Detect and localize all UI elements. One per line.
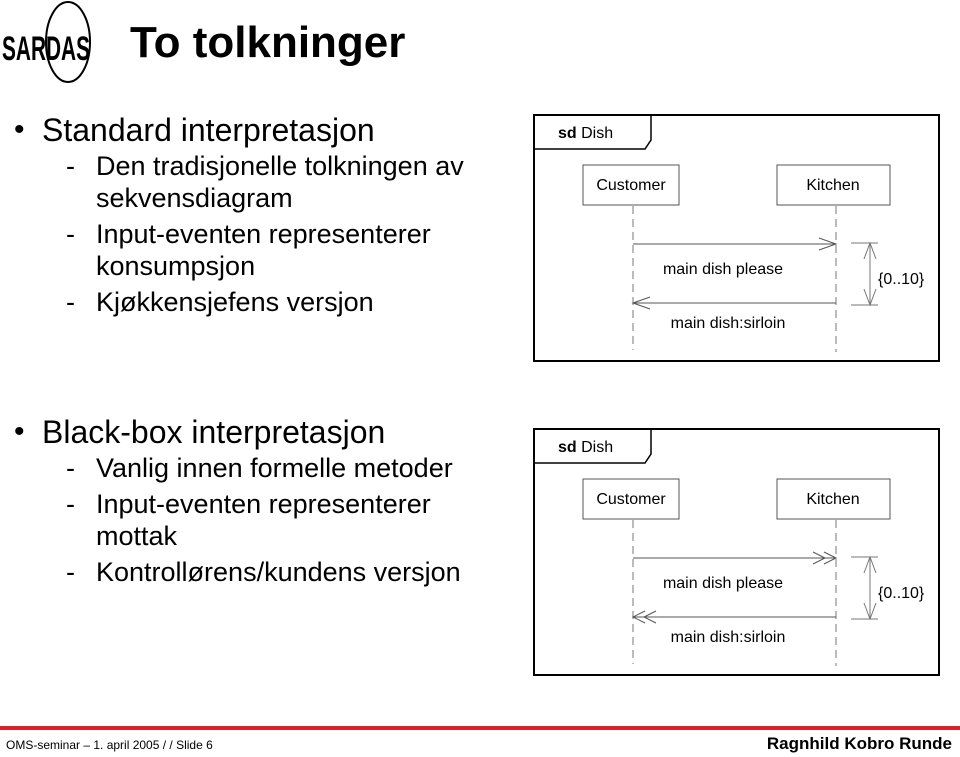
lifeline-customer-label: Customer — [596, 177, 666, 194]
logo-text: SARDAS — [2, 30, 90, 68]
lifeline-kitchen-label: Kitchen — [806, 177, 859, 194]
sub-item: - Den tradisjonelle tolkningen av sekvens… — [66, 150, 494, 214]
sub-item-text: Vanlig innen formelle metoder — [96, 453, 453, 483]
sub-item-text: Kontrollørens/kundens versjon — [96, 557, 461, 587]
sub-item-text: Input-eventen representerer konsumpsjon — [96, 219, 431, 281]
sequence-diagram-standard: sd Dish Customer Kitchen main dish pleas… — [533, 114, 940, 362]
dash-icon: - — [66, 287, 75, 317]
bullet-heading: • Black-box interpretasjon — [14, 414, 494, 450]
message-request-label: main dish please — [663, 575, 783, 592]
dash-icon: - — [66, 557, 75, 587]
constraint-label: {0..10} — [878, 585, 925, 602]
sardas-logo: SARDAS — [0, 0, 100, 90]
section-blackbox: • Black-box interpretasjon - Vanlig innen… — [14, 414, 494, 592]
message-reply-label: main dish:sirloin — [671, 315, 786, 332]
bullet-heading-text: Standard interpretasjon — [42, 112, 375, 148]
sub-item-text: Den tradisjonelle tolkningen av sekvensd… — [96, 151, 464, 213]
footer-divider — [0, 726, 960, 730]
slide-title: To tolkninger — [130, 18, 406, 67]
bullet-icon: • — [14, 113, 25, 146]
bullet-heading: • Standard interpretasjon — [14, 112, 494, 148]
bullet-icon: • — [14, 415, 25, 448]
message-request-label: main dish please — [663, 261, 783, 278]
sub-item-text: Kjøkkensjefens versjon — [96, 287, 374, 317]
lifeline-customer-label: Customer — [596, 491, 666, 508]
bullet-heading-text: Black-box interpretasjon — [42, 414, 386, 450]
dash-icon: - — [66, 453, 75, 483]
section-standard: • Standard interpretasjon - Den tradisjon… — [14, 112, 494, 322]
sub-item: - Kjøkkensjefens versjon — [66, 286, 494, 318]
sequence-diagram-blackbox: sd Dish Customer Kitchen main dish pleas… — [533, 428, 940, 676]
sub-item: - Kontrollørens/kundens versjon — [66, 556, 494, 588]
constraint-label: {0..10} — [878, 271, 925, 288]
frame-label: sd Dish — [558, 439, 613, 456]
dash-icon: - — [66, 151, 75, 181]
footer-author: Ragnhild Kobro Runde — [766, 734, 952, 753]
sub-item: - Input-eventen representerer mottak — [66, 488, 494, 552]
message-reply-label: main dish:sirloin — [671, 629, 786, 646]
lifeline-kitchen-label: Kitchen — [806, 491, 859, 508]
dash-icon: - — [66, 489, 75, 519]
dash-icon: - — [66, 219, 75, 249]
frame-label: sd Dish — [558, 125, 613, 142]
footer-info: OMS-seminar – 1. april 2005 / / Slide 6 — [6, 738, 213, 752]
sub-item: - Vanlig innen formelle metoder — [66, 452, 494, 484]
sub-item: - Input-eventen representerer konsumpsjon — [66, 218, 494, 282]
sub-item-text: Input-eventen representerer mottak — [96, 489, 431, 551]
